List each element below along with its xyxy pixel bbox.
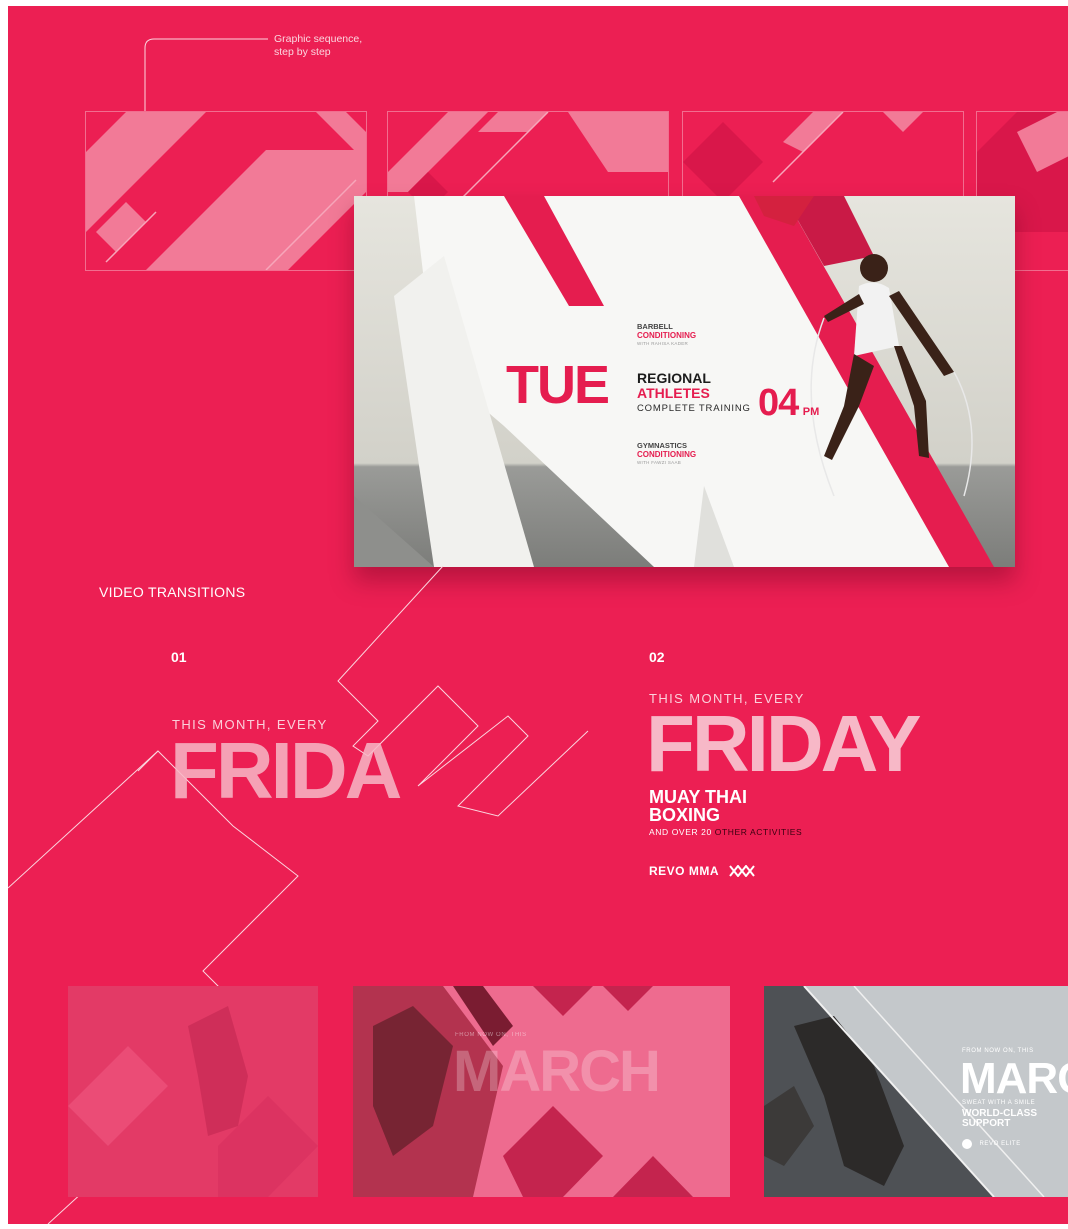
top-class-subtitle: CONDITIONING <box>637 331 697 340</box>
day-label: TUE <box>506 355 610 415</box>
time-block: 04 PM <box>758 382 819 425</box>
thumb-1-artwork <box>68 986 318 1197</box>
brand-logo-icon <box>729 864 756 878</box>
transition-02-activities: AND OVER 20 OTHER ACTIVITIES <box>649 827 802 837</box>
sequence-frame-1 <box>85 111 367 271</box>
brand-name: REVO MMA <box>649 864 719 878</box>
annotation-connector <box>144 38 268 111</box>
time-hour: 04 <box>758 382 799 424</box>
time-meridiem: PM <box>802 406 820 418</box>
bottom-class-block: GYMNASTICS CONDITIONING WITH FAWZI SAAB <box>637 441 696 467</box>
video-thumb-1 <box>68 986 318 1197</box>
main-class-line-1: REGIONAL <box>637 370 711 386</box>
transition-02-sub-1: MUAY THAI <box>649 787 748 807</box>
main-class-line-3: COMPLETE TRAINING <box>637 403 751 414</box>
transition-02-sub-2: BOXING <box>649 805 721 825</box>
activities-highlight: OTHER ACTIVITIES <box>714 827 803 837</box>
transition-01-number: 01 <box>171 649 187 665</box>
presentation-board: Graphic sequence, step by step TUE BARBE… <box>8 6 1068 1224</box>
activities-prefix: AND OVER 20 <box>649 827 712 837</box>
transition-02-number: 02 <box>649 649 665 665</box>
section-title: VIDEO TRANSITIONS <box>99 584 246 600</box>
transition-02-brand: REVO MMA <box>649 862 756 880</box>
thumb-2-headline: MARCH <box>453 1039 661 1104</box>
bottom-class-subtitle: CONDITIONING <box>637 450 697 459</box>
bottom-class-instructor: WITH FAWZI SAAB <box>637 460 682 465</box>
transition-02-headline: FRIDAY <box>646 699 921 788</box>
main-class-block: REGIONAL ATHLETES COMPLETE TRAINING <box>637 371 751 417</box>
video-thumb-3: FROM NOW ON, THIS MARC SWEAT WITH A SMIL… <box>764 986 1068 1197</box>
thumb-3-headline: MARC <box>960 1054 1068 1103</box>
revo-elite-logo-icon <box>962 1138 972 1149</box>
thumb-3-sub-2: SUPPORT <box>962 1118 1011 1129</box>
frame-1-shapes <box>86 112 366 270</box>
main-class-line-2: ATHLETES <box>637 385 710 401</box>
top-class-title: BARBELL <box>637 322 673 331</box>
annotation-note: Graphic sequence, step by step <box>274 33 414 59</box>
thumb-3-tagline: SWEAT WITH A SMILE <box>962 1100 1036 1106</box>
thumb-3-brand: REVO ELITE <box>962 1135 1021 1153</box>
schedule-card: TUE BARBELL CONDITIONING WITH RAHISA KAD… <box>354 196 1015 567</box>
video-thumb-2: FROM NOW ON, THIS MARCH <box>353 986 730 1197</box>
top-class-instructor: WITH RAHISA KADER <box>637 341 689 346</box>
top-class-block: BARBELL CONDITIONING WITH RAHISA KADER <box>637 322 696 348</box>
bottom-class-title: GYMNASTICS <box>637 441 688 450</box>
transition-01-headline: FRIDA <box>170 726 402 815</box>
annotation-line-1: Graphic sequence, <box>274 33 363 45</box>
thumb-3-brand-name: REVO ELITE <box>979 1140 1021 1147</box>
annotation-line-2: step by step <box>274 46 331 58</box>
